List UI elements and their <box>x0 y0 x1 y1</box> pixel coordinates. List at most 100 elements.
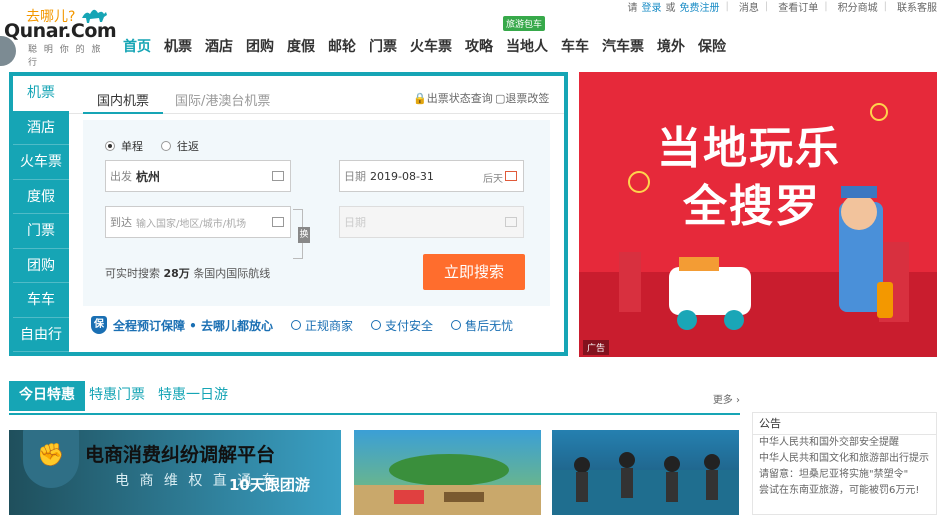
notice-item[interactable]: 中华人民共和国文化和旅游部出行提示 <box>753 451 936 467</box>
ad-label: 广告 <box>583 340 610 355</box>
search-panel: 机票 酒店 火车票 度假 门票 团购 车车 自由行 国内机票 国际/港澳台机票 … <box>9 72 568 356</box>
tab-daytrip-deals[interactable]: 特惠一日游 <box>158 381 228 411</box>
divider: | <box>725 0 729 12</box>
flight-type-tabs: 国内机票 国际/港澳台机票 🔒出票状态查询 ▢退票改签 <box>69 76 564 114</box>
points-link[interactable]: 积分商城 <box>838 0 878 14</box>
service-link[interactable]: 联系客服 <box>897 0 937 14</box>
notice-item[interactable]: 请留意：坦桑尼亚将实施"禁塑令" <box>753 467 936 483</box>
arrival-field[interactable]: 到达 输入国家/地区/城市/机场 <box>105 206 291 238</box>
tab-domestic[interactable]: 国内机票 <box>97 90 149 109</box>
logo-en: Qunar.Com <box>4 20 117 42</box>
tab-international[interactable]: 国际/港澳台机票 <box>175 90 270 109</box>
shield-check-icon <box>371 320 382 330</box>
banner-headline-1: 当地玩乐 <box>657 123 841 174</box>
nav-item-groupbuy[interactable]: 团购 <box>246 36 274 56</box>
radio-selected-icon <box>105 141 115 151</box>
ticket-status-link[interactable]: 🔒出票状态查询 <box>413 90 493 106</box>
more-link[interactable]: 更多 › <box>713 391 740 406</box>
departure-value: 杭州 <box>136 169 161 184</box>
logo-slogan: 聪 明 你 的 旅 行 <box>28 45 103 68</box>
city-list-icon[interactable] <box>272 171 284 181</box>
nav-item-home[interactable]: 首页 <box>123 36 151 56</box>
vtab-hotels[interactable]: 酒店 <box>13 111 69 145</box>
nav-item-insurance[interactable]: 保险 <box>698 36 726 56</box>
tab-today-deals[interactable]: 今日特惠 <box>9 381 85 411</box>
vtab-freetour[interactable]: 自由行 <box>13 318 69 352</box>
or-text: 或 <box>665 2 676 14</box>
deal-card-3[interactable] <box>552 430 739 515</box>
return-date-field: 日期 <box>339 206 524 238</box>
notice-item[interactable]: 中华人民共和国外交部安全提醒 <box>753 435 936 451</box>
shield-icon: 保 <box>91 316 107 334</box>
vtab-groupbuy[interactable]: 团购 <box>13 249 69 283</box>
banner-headline-2: 全搜罗 <box>683 181 821 232</box>
vtab-flights[interactable]: 机票 <box>13 76 69 111</box>
support-icon <box>451 320 462 330</box>
nav-item-cruise[interactable]: 邮轮 <box>328 36 356 56</box>
calendar-icon[interactable] <box>505 171 517 181</box>
divider: | <box>824 0 828 12</box>
search-button[interactable]: 立即搜索 <box>423 254 525 290</box>
notice-panel: 公告 中华人民共和国外交部安全提醒 中华人民共和国文化和旅游部出行提示 请留意：… <box>752 412 937 515</box>
search-panel-body: 国内机票 国际/港澳台机票 🔒出票状态查询 ▢退票改签 单程 往返 出发 杭州 <box>69 76 564 352</box>
login-prompt: 请 <box>627 2 638 14</box>
nav-item-train[interactable]: 火车票 <box>410 36 452 56</box>
nav-item-vacation[interactable]: 度假 <box>287 36 315 56</box>
card-1-title: 电商消费纠纷调解平台 <box>85 444 276 466</box>
active-tab-indicator <box>83 112 163 114</box>
main-nav: 首页 机票 酒店 团购 度假 邮轮 门票 火车票 攻略 当地人 车车 汽车票 境… <box>123 36 739 56</box>
vtab-car[interactable]: 车车 <box>13 283 69 318</box>
notice-item[interactable]: 尝试在东南亚旅游，可能被罚6万元! <box>753 483 936 499</box>
assurance-aftersales[interactable]: 售后无忧 <box>451 317 513 334</box>
lock-icon: 🔒 <box>413 92 427 105</box>
vertical-tabs: 机票 酒店 火车票 度假 门票 团购 车车 自由行 <box>13 76 69 352</box>
assurance-payment[interactable]: 支付安全 <box>371 317 433 334</box>
divider: | <box>764 0 769 12</box>
one-way-radio[interactable]: 单程 <box>105 138 143 154</box>
orders-link[interactable]: 查看订单 <box>778 0 818 14</box>
login-link[interactable]: 登录 <box>642 0 662 14</box>
nav-item-flights[interactable]: 机票 <box>164 36 192 56</box>
nav-item-local[interactable]: 当地人 <box>506 36 548 56</box>
deals-tabs: 今日特惠 特惠门票 特惠一日游 更多 › <box>9 381 740 415</box>
nav-item-car[interactable]: 车车 <box>561 36 589 56</box>
swap-cities-button[interactable]: 换 <box>298 227 310 243</box>
deal-card-2[interactable] <box>354 430 541 515</box>
qunar-logo[interactable]: 去哪儿? Qunar.Com 聪 明 你 的 旅 行 <box>0 4 117 68</box>
notice-title: 公告 <box>753 413 936 435</box>
nav-item-bus[interactable]: 汽车票 <box>602 36 644 56</box>
deal-card-1[interactable]: ✊ 电商消费纠纷调解平台 电 商 维 权 直 通 车 10天跟团游 <box>9 430 341 515</box>
calendar-icon <box>505 217 517 227</box>
arrival-placeholder: 输入国家/地区/城市/机场 <box>136 218 247 230</box>
fist-shield-icon: ✊ <box>23 430 79 488</box>
card-2-photo <box>354 454 541 515</box>
departure-field[interactable]: 出发 杭州 <box>105 160 291 192</box>
nav-item-guide[interactable]: 攻略 <box>465 36 493 56</box>
date-hint: 后天 <box>483 174 503 185</box>
assurance-main[interactable]: 全程预订保障 • 去哪儿都放心 <box>113 317 273 334</box>
nav-badge: 旅游包车 <box>503 16 546 31</box>
refund-link[interactable]: ▢退票改签 <box>495 90 549 106</box>
tab-ticket-deals[interactable]: 特惠门票 <box>89 381 145 411</box>
nav-item-hotels[interactable]: 酒店 <box>205 36 233 56</box>
badge-icon <box>291 320 302 330</box>
utility-bar: 请 登录 或 免费注册 | 消息 | 查看订单 | 积分商城 | 联系客服 <box>624 0 937 14</box>
messages-link[interactable]: 消息 <box>739 0 759 14</box>
vtab-train[interactable]: 火车票 <box>13 145 69 180</box>
card-3-photo <box>552 452 739 515</box>
promo-banner[interactable]: 当地玩乐 全搜罗 广告 <box>579 72 937 357</box>
nav-item-overseas[interactable]: 境外 <box>657 36 685 56</box>
route-count: 可实时搜索 28万 条国内国际航线 <box>105 267 271 280</box>
depart-date-value: 2019-08-31 <box>370 169 434 183</box>
flight-search-form: 单程 往返 出发 杭州 到达 输入国家/地区/城市/机场 换 日期 2019-0… <box>83 120 550 306</box>
depart-date-field[interactable]: 日期 2019-08-31 后天 <box>339 160 524 192</box>
document-icon: ▢ <box>495 92 506 105</box>
city-list-icon[interactable] <box>272 217 284 227</box>
round-trip-radio[interactable]: 往返 <box>161 138 199 154</box>
vtab-tickets[interactable]: 门票 <box>13 214 69 249</box>
assurance-merchant[interactable]: 正规商家 <box>291 317 353 334</box>
chevron-right-icon: › <box>736 395 740 406</box>
vtab-vacation[interactable]: 度假 <box>13 180 69 214</box>
register-link[interactable]: 免费注册 <box>680 0 720 14</box>
nav-item-tickets[interactable]: 门票 <box>369 36 397 56</box>
